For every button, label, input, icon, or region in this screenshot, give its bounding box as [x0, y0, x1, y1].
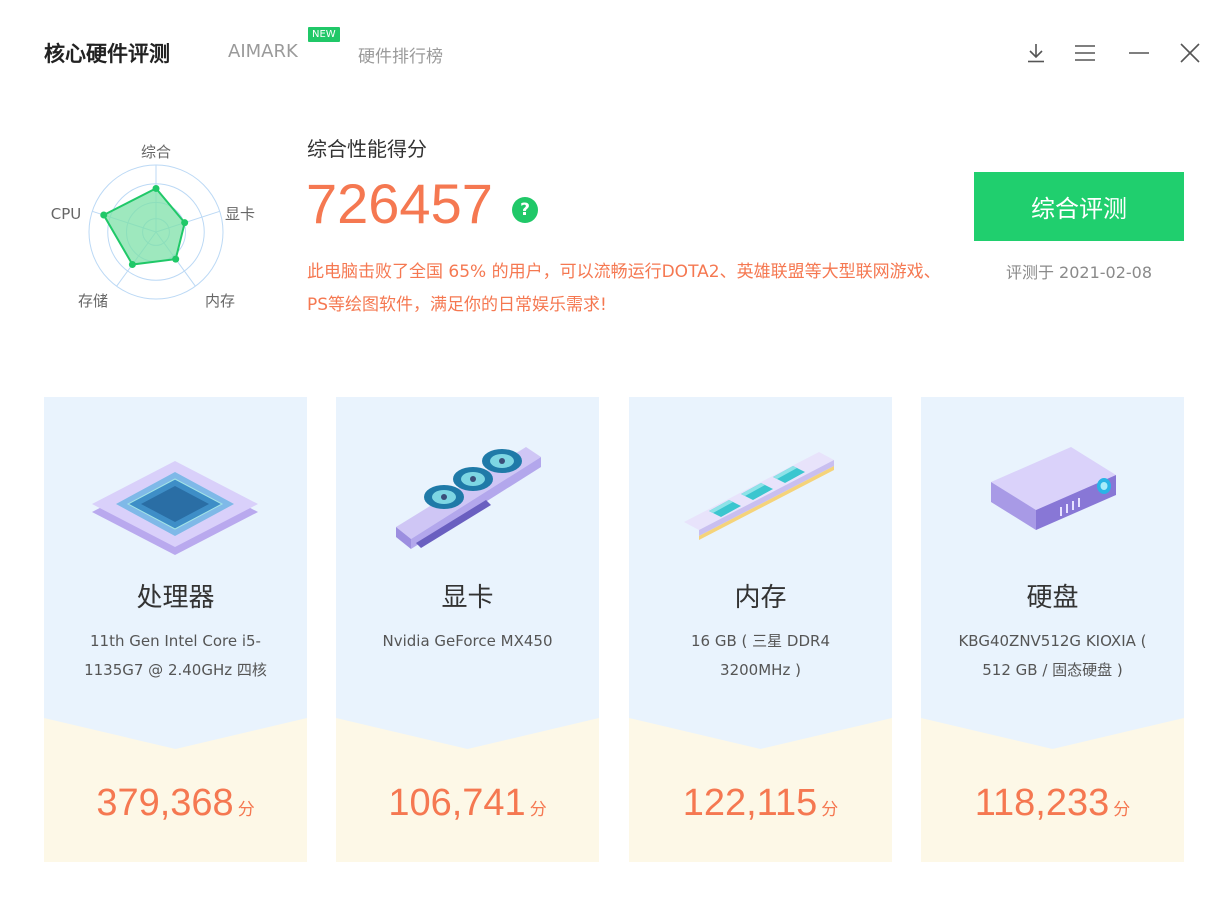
test-date: 评测于 2021-02-08: [1005, 263, 1153, 282]
new-badge: NEW: [308, 27, 340, 42]
card-title: 处理器: [136, 583, 215, 613]
cpu-chip-icon: [92, 461, 258, 555]
memory-card[interactable]: 内存 16 GB ( 三星 DDR4 3200MHz ) 122,115 分: [629, 397, 892, 862]
radar-chart: 综合 显卡 内存 存储 CPU: [40, 135, 280, 320]
hard-drive-icon: [991, 447, 1116, 530]
minimize-icon: [1129, 52, 1149, 54]
card-score-value: 106,741: [388, 782, 526, 824]
radar-label-memory: 内存: [205, 292, 235, 310]
menu-button[interactable]: [1071, 38, 1099, 68]
total-score: 726457: [306, 172, 493, 235]
score-title: 综合性能得分: [307, 137, 427, 161]
tab-aimark-label: AIMARK: [228, 41, 298, 62]
card-score-unit: 分: [821, 800, 839, 820]
card-description: 16 GB ( 三星 DDR4 3200MHz ): [691, 632, 830, 679]
radar-chart-svg: 综合 显卡 内存 存储 CPU: [51, 143, 255, 310]
card-score: 379,368 分: [44, 782, 307, 825]
card-score-unit: 分: [237, 800, 255, 820]
overall-test-button[interactable]: 综合评测: [974, 172, 1184, 241]
radar-point: [128, 261, 136, 269]
tab-aimark[interactable]: AIMARK NEW: [228, 27, 340, 62]
radar-point: [100, 211, 108, 219]
card-score-value: 118,233: [974, 782, 1110, 824]
radar-label-overall: 综合: [141, 143, 171, 161]
help-icon[interactable]: ?: [512, 197, 538, 223]
minimize-button[interactable]: [1125, 38, 1153, 68]
download-icon: [1028, 44, 1044, 63]
tab-hardware-ranking[interactable]: 硬件排行榜: [358, 42, 443, 67]
card-score: 122,115 分: [629, 782, 892, 825]
radar-point: [172, 255, 180, 263]
menu-icon: [1075, 45, 1095, 61]
card-score-unit: 分: [1113, 800, 1131, 820]
close-button[interactable]: [1176, 38, 1204, 68]
download-button[interactable]: [1022, 38, 1050, 68]
radar-label-storage: 存储: [78, 292, 108, 310]
card-score: 118,233 分: [921, 782, 1184, 825]
card-title: 显卡: [441, 583, 494, 613]
memory-stick-icon: [684, 452, 834, 540]
tab-core-hardware[interactable]: 核心硬件评测: [44, 38, 170, 68]
card-title: 内存: [734, 583, 787, 613]
radar-label-gpu: 显卡: [225, 205, 255, 223]
card-score-unit: 分: [529, 800, 547, 820]
radar-point: [152, 184, 160, 192]
card-description: KBG40ZNV512G KIOXIA ( 512 GB / 固态硬盘 ): [958, 632, 1147, 679]
card-score: 106,741 分: [336, 782, 599, 825]
graphics-card-icon: [396, 447, 541, 549]
score-description: 此电脑击败了全国 65% 的用户，可以流畅运行DOTA2、英雄联盟等大型联网游戏…: [307, 262, 941, 315]
close-icon: [1180, 43, 1200, 63]
card-description: Nvidia GeForce MX450: [382, 632, 553, 650]
card-score-value: 379,368: [96, 782, 234, 824]
radar-label-cpu: CPU: [51, 205, 82, 223]
radar-point: [181, 219, 189, 227]
title-bar: 核心硬件评测 AIMARK NEW 硬件排行榜: [0, 0, 1226, 105]
cpu-card[interactable]: 处理器 11th Gen Intel Core i5-1135G7 @ 2.40…: [44, 397, 307, 862]
card-description: 11th Gen Intel Core i5-1135G7 @ 2.40GHz …: [84, 632, 267, 679]
gpu-card[interactable]: 显卡 Nvidia GeForce MX450 106,741 分: [336, 397, 599, 862]
radar-value-shape: [102, 187, 186, 266]
card-score-value: 122,115: [682, 782, 818, 824]
disk-card[interactable]: 硬盘 KBG40ZNV512G KIOXIA ( 512 GB / 固态硬盘 )…: [921, 397, 1184, 862]
card-title: 硬盘: [1026, 583, 1079, 613]
